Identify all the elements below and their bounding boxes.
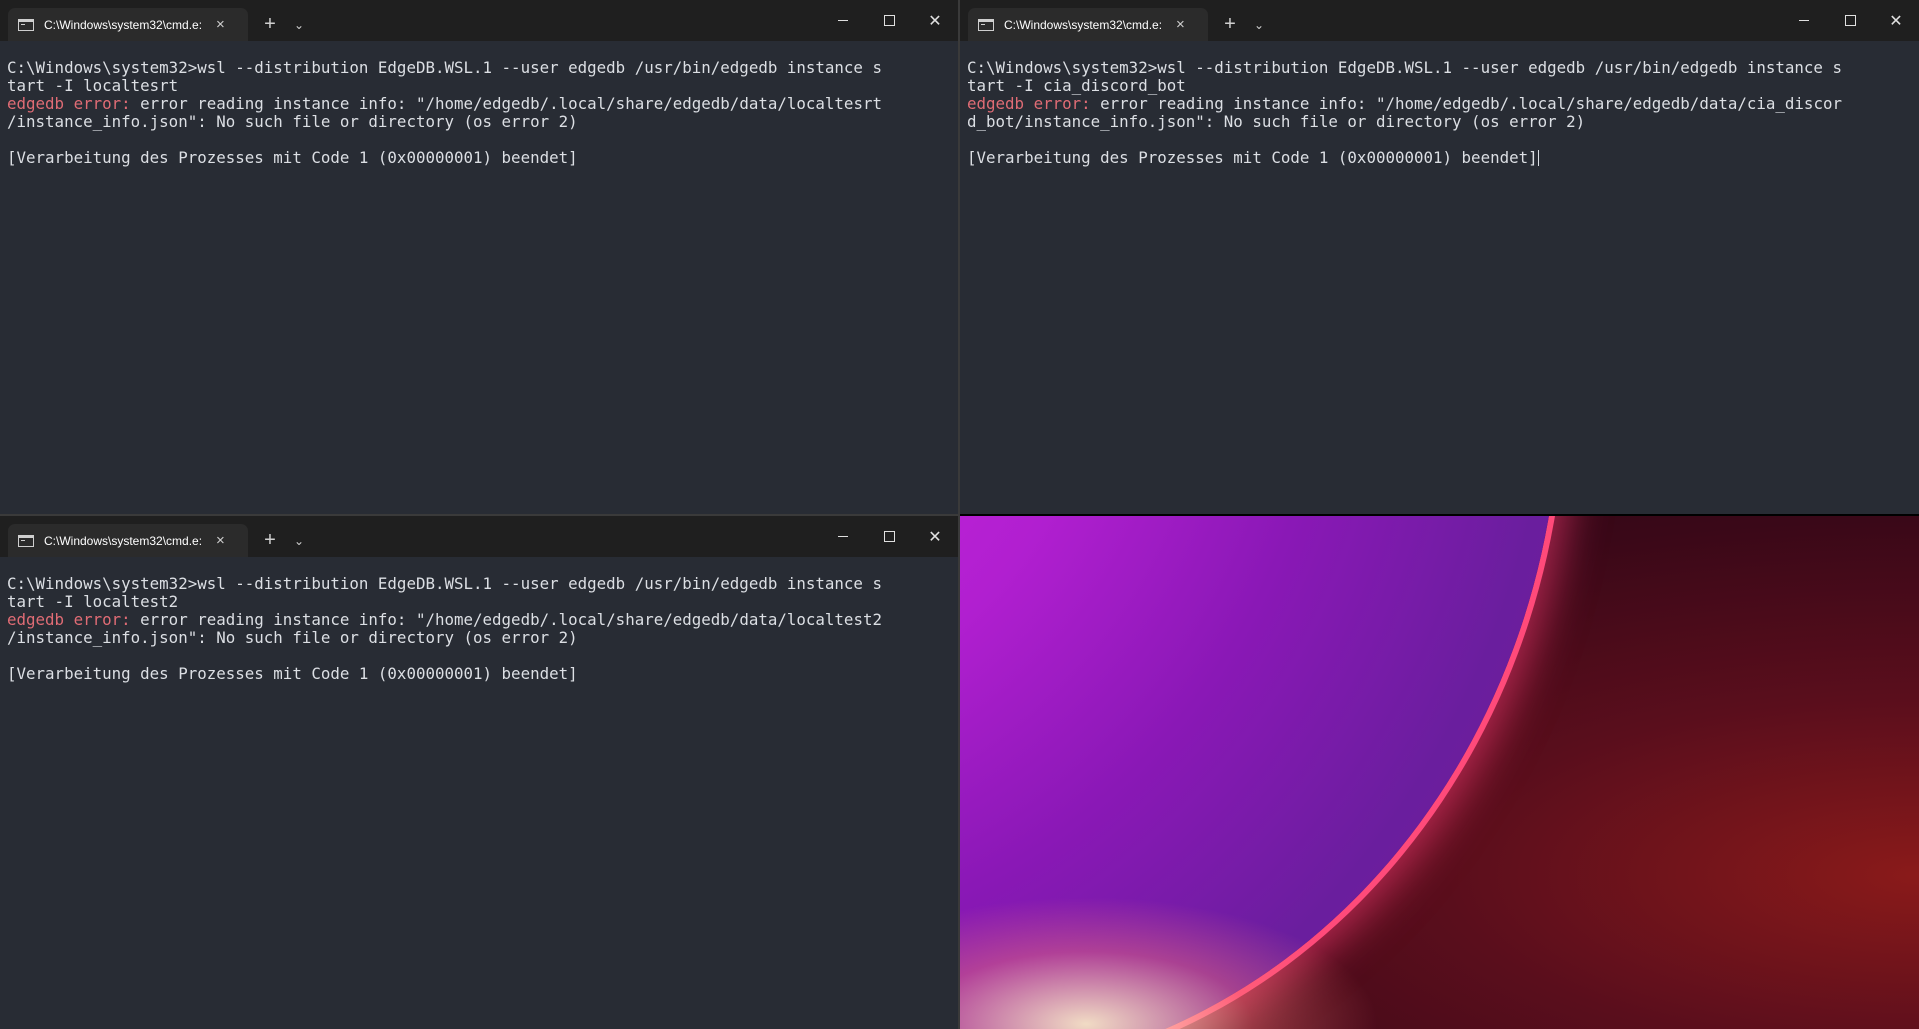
error-message-wrap: /instance_info.json": No such file or di… xyxy=(7,628,578,647)
process-status: [Verarbeitung des Prozesses mit Code 1 (… xyxy=(967,148,1538,167)
maximize-button[interactable] xyxy=(866,0,912,41)
cmd-icon xyxy=(978,18,994,31)
error-message-wrap: d_bot/instance_info.json": No such file … xyxy=(967,112,1586,131)
new-tab-button[interactable]: + xyxy=(252,524,288,557)
error-prefix: edgedb error: xyxy=(967,94,1091,113)
wallpaper-glow xyxy=(960,896,1380,1029)
dropdown-chevron-icon[interactable]: ⌄ xyxy=(288,524,310,557)
cmd-icon xyxy=(18,18,34,31)
process-status: [Verarbeitung des Prozesses mit Code 1 (… xyxy=(7,664,578,683)
maximize-button[interactable] xyxy=(1827,0,1873,41)
process-status: [Verarbeitung des Prozesses mit Code 1 (… xyxy=(7,148,578,167)
tab-title: C:\Windows\system32\cmd.e: xyxy=(44,533,203,548)
window-controls: ✕ xyxy=(820,0,958,41)
tab-cmd[interactable]: C:\Windows\system32\cmd.e: × xyxy=(8,524,248,557)
tab-close-icon[interactable]: × xyxy=(216,532,225,549)
command-line: C:\Windows\system32>wsl --distribution E… xyxy=(7,58,882,77)
tab-close-icon[interactable]: × xyxy=(216,16,225,33)
minimize-button[interactable] xyxy=(1781,0,1827,41)
error-message-wrap: /instance_info.json": No such file or di… xyxy=(7,112,578,131)
close-button[interactable]: ✕ xyxy=(912,0,958,41)
window-controls: ✕ xyxy=(820,516,958,557)
error-prefix: edgedb error: xyxy=(7,94,131,113)
close-button[interactable]: ✕ xyxy=(912,516,958,557)
error-prefix: edgedb error: xyxy=(7,610,131,629)
error-message: error reading instance info: "/home/edge… xyxy=(1090,94,1842,113)
command-line-wrap: tart -I localtesrt xyxy=(7,76,179,95)
tab-title: C:\Windows\system32\cmd.e: xyxy=(44,17,203,32)
window-divider-horizontal xyxy=(0,514,960,516)
desktop-wallpaper xyxy=(960,516,1919,1029)
terminal-output[interactable]: C:\Windows\system32>wsl --distribution E… xyxy=(967,59,1911,167)
dropdown-chevron-icon[interactable]: ⌄ xyxy=(1248,8,1270,41)
terminal-output[interactable]: C:\Windows\system32>wsl --distribution E… xyxy=(7,575,950,683)
close-button[interactable]: ✕ xyxy=(1873,0,1919,41)
tab-title: C:\Windows\system32\cmd.e: xyxy=(1004,17,1163,32)
terminal-window-3[interactable]: C:\Windows\system32\cmd.e: × + ⌄ ✕ C:\Wi… xyxy=(0,516,958,1029)
command-line: C:\Windows\system32>wsl --distribution E… xyxy=(967,58,1842,77)
window-controls: ✕ xyxy=(1781,0,1919,41)
dropdown-chevron-icon[interactable]: ⌄ xyxy=(288,8,310,41)
command-line-wrap: tart -I localtest2 xyxy=(7,592,179,611)
terminal-window-2[interactable]: C:\Windows\system32\cmd.e: × + ⌄ ✕ C:\Wi… xyxy=(960,0,1919,514)
command-line: C:\Windows\system32>wsl --distribution E… xyxy=(7,574,882,593)
title-bar[interactable]: C:\Windows\system32\cmd.e: × + ⌄ ✕ xyxy=(0,516,958,557)
maximize-button[interactable] xyxy=(866,516,912,557)
tab-cmd[interactable]: C:\Windows\system32\cmd.e: × xyxy=(8,8,248,41)
terminal-window-1[interactable]: C:\Windows\system32\cmd.e: × + ⌄ ✕ C:\Wi… xyxy=(0,0,958,514)
cmd-icon xyxy=(18,534,34,547)
title-bar[interactable]: C:\Windows\system32\cmd.e: × + ⌄ ✕ xyxy=(0,0,958,41)
minimize-button[interactable] xyxy=(820,516,866,557)
new-tab-button[interactable]: + xyxy=(1212,8,1248,41)
terminal-output[interactable]: C:\Windows\system32>wsl --distribution E… xyxy=(7,59,950,167)
error-message: error reading instance info: "/home/edge… xyxy=(130,610,882,629)
new-tab-button[interactable]: + xyxy=(252,8,288,41)
tab-close-icon[interactable]: × xyxy=(1176,16,1185,33)
title-bar[interactable]: C:\Windows\system32\cmd.e: × + ⌄ ✕ xyxy=(960,0,1919,41)
minimize-button[interactable] xyxy=(820,0,866,41)
command-line-wrap: tart -I cia_discord_bot xyxy=(967,76,1186,95)
tab-cmd[interactable]: C:\Windows\system32\cmd.e: × xyxy=(968,8,1208,41)
error-message: error reading instance info: "/home/edge… xyxy=(130,94,882,113)
text-cursor xyxy=(1537,150,1539,166)
